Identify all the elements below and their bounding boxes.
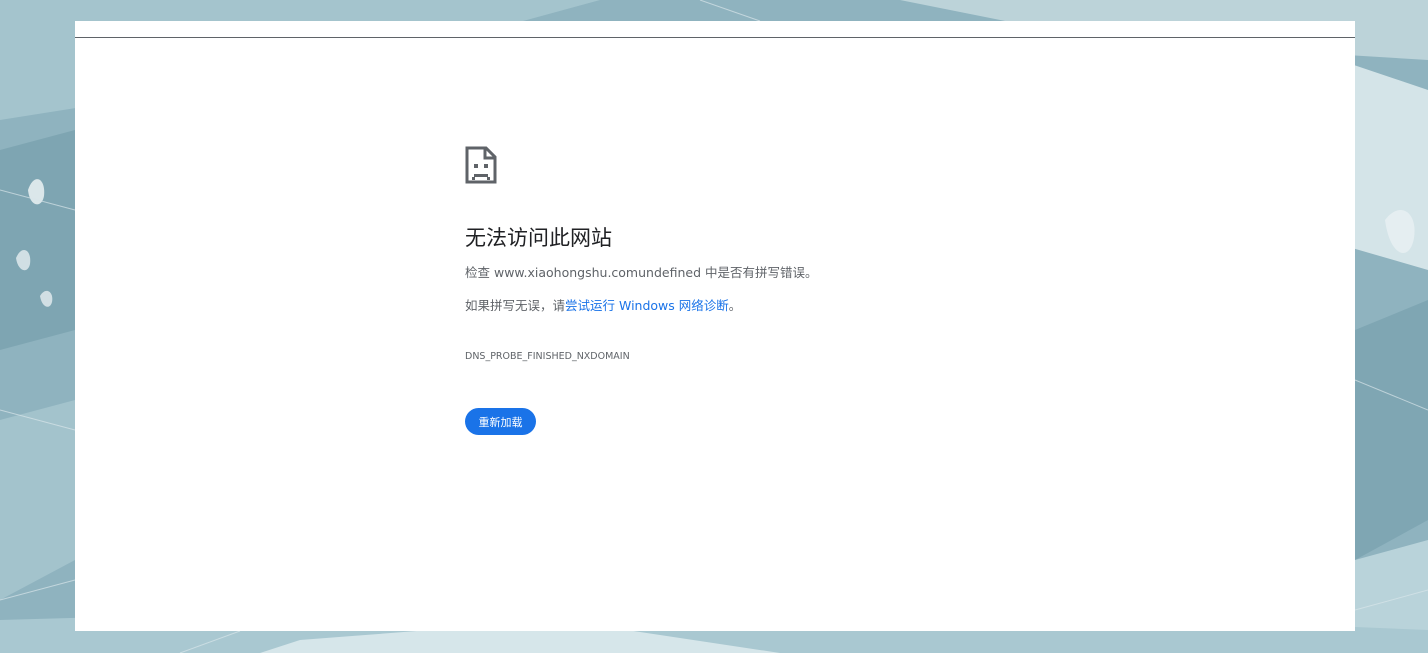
reload-button[interactable]: 重新加载 [465,408,536,435]
network-diagnostics-link[interactable]: 尝试运行 Windows 网络诊断 [565,298,729,313]
diagnostics-suggestion: 如果拼写无误，请尝试运行 Windows 网络诊断。 [465,295,741,314]
spelling-suffix: 。 [728,298,742,313]
error-code: DNS_PROBE_FINISHED_NXDOMAIN [465,351,630,362]
spelling-check-text: 检查 www.xiaohongshu.comundefined 中是否有拼写错误… [465,262,818,281]
requested-url: www.xiaohongshu.comundefined [493,265,702,280]
error-title: 无法访问此网站 [465,226,612,250]
sad-page-icon [465,146,497,184]
toolbar-divider [75,37,1355,38]
check-suffix: 中是否有拼写错误。 [701,265,818,280]
check-prefix: 检查 [465,265,494,280]
spelling-prefix: 如果拼写无误，请 [465,298,566,313]
browser-page: 无法访问此网站 检查 www.xiaohongshu.comundefined … [75,21,1355,631]
